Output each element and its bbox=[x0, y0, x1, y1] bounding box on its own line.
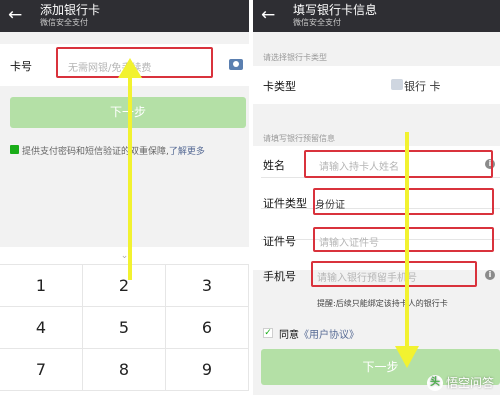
card-number-label: 卡号 bbox=[10, 60, 32, 73]
page-title: 填写银行卡信息 bbox=[293, 3, 378, 17]
phone-highlight bbox=[311, 261, 477, 287]
key-4[interactable]: 4 bbox=[0, 307, 83, 349]
key-7[interactable]: 7 bbox=[0, 349, 83, 391]
next-button[interactable]: 下一步 bbox=[10, 97, 246, 128]
info-icon[interactable]: i bbox=[485, 270, 495, 280]
key-9[interactable]: 9 bbox=[166, 349, 249, 391]
section-card-type: 请选择银行卡类型 bbox=[263, 53, 327, 62]
id-type-label: 证件类型 bbox=[263, 197, 307, 210]
arrow-left-icon[interactable]: ← bbox=[8, 5, 22, 25]
page-subtitle: 微信安全支付 bbox=[293, 18, 341, 27]
app-bar: ← 添加银行卡 微信安全支付 bbox=[0, 0, 249, 32]
id-number-highlight bbox=[313, 227, 494, 252]
add-bank-card-screen: ← 添加银行卡 微信安全支付 卡号 无需网银/免手续费 下一步 提供支付密码和短… bbox=[0, 0, 249, 395]
card-type-value: 银行 卡 bbox=[404, 80, 441, 93]
id-number-label: 证件号 bbox=[263, 235, 296, 248]
numeric-keypad: ⌄ 1 2 3 4 5 6 7 8 9 bbox=[0, 247, 249, 395]
bank-logo-blurred bbox=[391, 79, 403, 90]
agreement-text: 同意《用户协议》 bbox=[279, 326, 359, 341]
agreement-checkbox[interactable]: ✓ bbox=[263, 328, 273, 338]
chevron-down-icon[interactable]: ⌄ bbox=[0, 247, 249, 265]
lock-icon bbox=[10, 145, 19, 154]
agreement-prefix: 同意 bbox=[279, 330, 299, 341]
section-reserved-info: 请填写银行预留信息 bbox=[263, 134, 335, 143]
page-title: 添加银行卡 bbox=[40, 3, 101, 17]
security-note: 提供支付密码和短信验证的双重保障,了解更多 bbox=[22, 144, 205, 157]
key-3[interactable]: 3 bbox=[166, 265, 249, 307]
arrow-left-icon[interactable]: ← bbox=[261, 5, 275, 25]
page-subtitle: 微信安全支付 bbox=[40, 18, 88, 27]
reminder-text: 提醒:后续只能绑定该持卡人的银行卡 bbox=[317, 299, 448, 308]
watermark-text: 悟空问答 bbox=[445, 375, 494, 390]
key-1[interactable]: 1 bbox=[0, 265, 83, 307]
card-type-row: 卡类型 银行 卡 bbox=[253, 66, 500, 104]
key-5[interactable]: 5 bbox=[83, 307, 166, 349]
card-number-highlight bbox=[56, 47, 213, 78]
bank-card-info-screen: ← 填写银行卡信息 微信安全支付 请选择银行卡类型 卡类型 银行 卡 请填写银行… bbox=[253, 0, 500, 395]
phone-label: 手机号 bbox=[263, 270, 296, 283]
wukong-logo-icon: 头 bbox=[426, 375, 443, 391]
key-6[interactable]: 6 bbox=[166, 307, 249, 349]
user-agreement-link[interactable]: 《用户协议》 bbox=[299, 330, 359, 341]
id-type-highlight bbox=[313, 188, 494, 215]
key-8[interactable]: 8 bbox=[83, 349, 166, 391]
camera-icon[interactable] bbox=[229, 59, 243, 70]
learn-more-link[interactable]: 了解更多 bbox=[169, 147, 205, 157]
security-note-text: 提供支付密码和短信验证的双重保障, bbox=[22, 147, 169, 157]
name-highlight bbox=[304, 150, 493, 178]
app-bar: ← 填写银行卡信息 微信安全支付 bbox=[253, 0, 500, 32]
key-2[interactable]: 2 bbox=[83, 265, 166, 307]
card-type-label: 卡类型 bbox=[263, 80, 296, 93]
watermark: 头悟空问答 bbox=[426, 374, 494, 391]
name-label: 姓名 bbox=[263, 159, 285, 172]
